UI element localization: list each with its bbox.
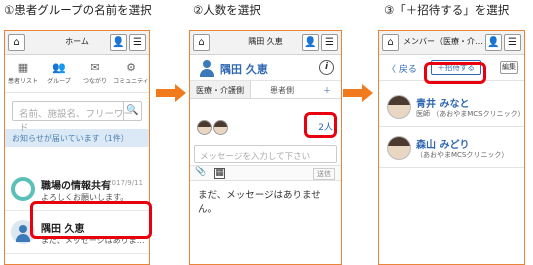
group-date: 2017/9/11 <box>107 179 143 187</box>
grid-patient-list[interactable]: ▦ 患者リスト <box>5 55 41 92</box>
header-title: ホーム <box>65 37 89 46</box>
app-header: ⌂ 隅田 久恵 👤 ☰ <box>190 31 341 55</box>
arrow-right-icon <box>343 84 373 102</box>
search-input[interactable]: 名前、施設名、フリーワード 🔍 <box>12 101 142 134</box>
message-input[interactable]: メッセージを入力して下さい <box>194 145 337 163</box>
send-button[interactable]: 送信 <box>313 168 335 180</box>
member-photo <box>387 136 411 160</box>
add-user-icon[interactable]: 👤 <box>485 34 502 51</box>
building-icon: ▦ <box>17 61 29 74</box>
edit-button[interactable]: 編集 <box>500 61 518 74</box>
tab-bar: 医療・介護側 患者側 ＋ <box>190 81 341 99</box>
group-icon <box>11 177 35 201</box>
step1-title: ①患者グループの名前を選択 <box>4 3 152 17</box>
info-icon[interactable]: i <box>319 60 334 75</box>
tab-patient[interactable]: 患者側 <box>251 81 313 98</box>
header-title: メンバー（医療・介… <box>403 37 483 46</box>
group-name: 職場の情報共有 <box>41 181 111 192</box>
step3-title: ③「＋招待する」を選択 <box>384 3 510 17</box>
member-avatar <box>213 120 228 135</box>
app-header: ⌂ ホーム 👤 ☰ <box>5 31 149 55</box>
menu-icon[interactable]: ☰ <box>321 34 338 51</box>
grid-community[interactable]: ⚙ コミュニティ <box>113 55 149 92</box>
member-avatar <box>197 120 212 135</box>
back-button[interactable]: 〈 戻る <box>387 62 417 75</box>
mail-icon: ✉ <box>90 61 100 74</box>
add-user-icon[interactable]: 👤 <box>110 34 127 51</box>
grid-connections[interactable]: ✉ つながり <box>77 55 113 92</box>
member-role: 医師 （あおやまMCSクリニック） <box>416 110 525 118</box>
app-header: ⌂ メンバー（医療・介… 👤 ☰ <box>379 31 524 55</box>
group-chat-screen: ⌂ 隅田 久恵 👤 ☰ 隅田 久恵 i 医療・介護側 患者側 ＋ 2人 メッセー… <box>189 30 342 265</box>
home-icon[interactable]: ⌂ <box>382 34 399 51</box>
grid-group[interactable]: 👥 グループ <box>41 55 77 92</box>
search-icon[interactable]: 🔍 <box>123 101 141 121</box>
community-icon: ⚙ <box>126 61 136 74</box>
member-name: 青井 みなと <box>416 99 470 110</box>
person-icon <box>198 59 215 77</box>
empty-message: まだ、メッセージはありません。 <box>198 190 321 215</box>
tab-medical[interactable]: 医療・介護側 <box>190 81 251 98</box>
highlight-box <box>30 201 152 239</box>
step2-title: ②人数を選択 <box>193 3 261 17</box>
member-role: （あおやまMCSクリニック） <box>416 151 509 159</box>
patient-name: 隅田 久恵 <box>220 63 268 76</box>
group-icon: 👥 <box>52 61 66 74</box>
menu-icon[interactable]: ☰ <box>504 34 521 51</box>
tab-add-button[interactable]: ＋ <box>313 81 341 98</box>
message-toolbar: 📎 ▦ 送信 <box>190 165 341 181</box>
add-user-icon[interactable]: 👤 <box>302 34 319 51</box>
nav-grid: ▦ 患者リスト 👥 グループ ✉ つながり ⚙ コミュニティ <box>5 55 149 93</box>
attach-icon[interactable]: 📎 <box>195 167 206 177</box>
member-item[interactable]: 森山 みどり （あおやまMCSクリニック） <box>379 128 524 168</box>
patient-header: 隅田 久恵 i <box>190 55 341 81</box>
arrow-right-icon <box>156 84 186 102</box>
menu-icon[interactable]: ☰ <box>129 34 146 51</box>
highlight-box <box>304 112 337 138</box>
member-item[interactable]: 青井 みなと 医師 （あおやまMCSクリニック） <box>379 87 524 127</box>
member-photo <box>387 95 411 119</box>
member-name: 森山 みどり <box>416 140 470 151</box>
stamp-icon[interactable]: ▦ <box>214 168 225 179</box>
highlight-box <box>424 62 486 84</box>
